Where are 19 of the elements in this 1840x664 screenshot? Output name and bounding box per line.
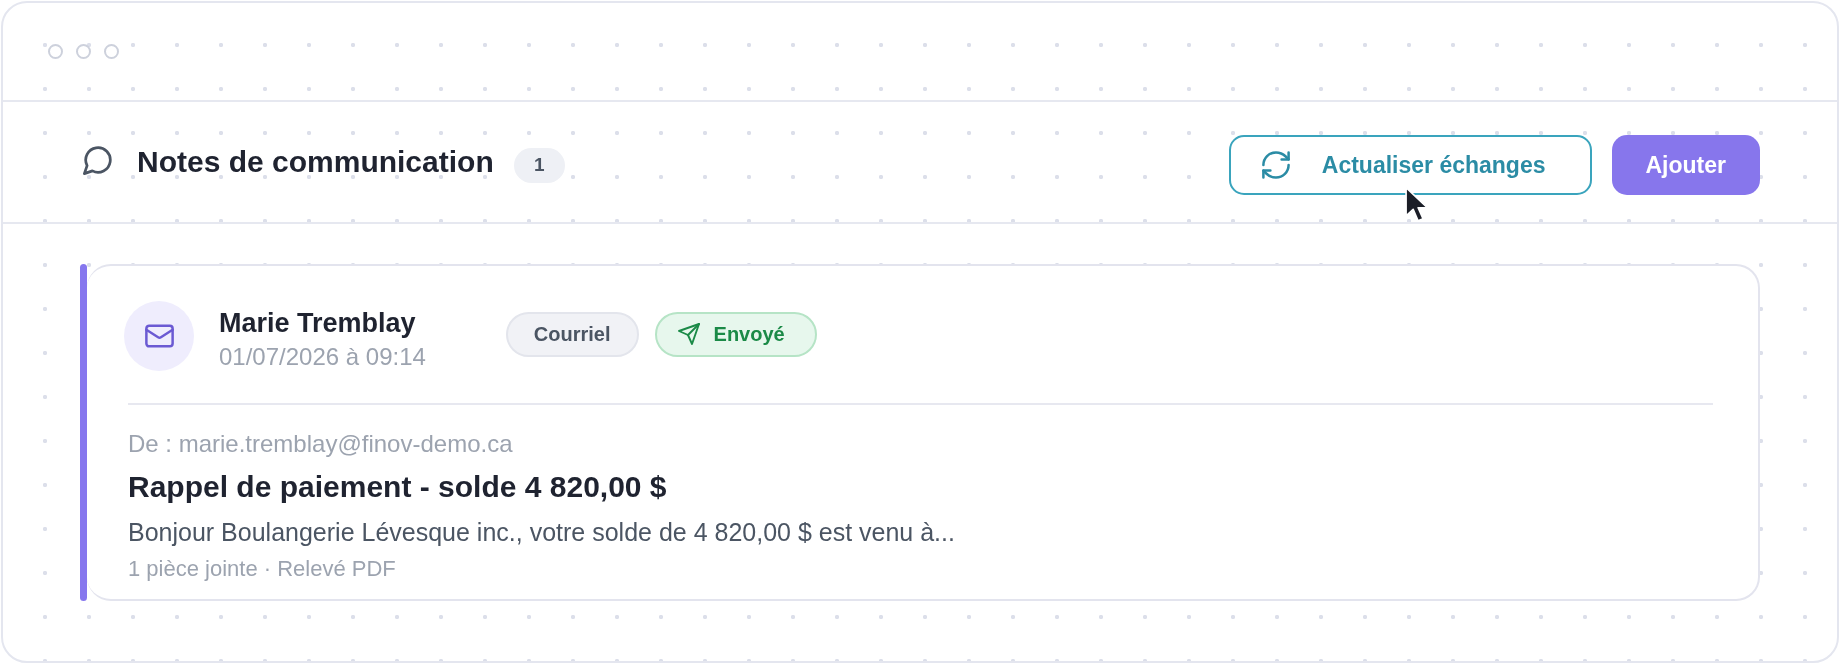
paper-plane-icon [677, 323, 700, 345]
add-button[interactable]: Ajouter [1611, 135, 1760, 195]
count-badge: 1 [513, 147, 565, 183]
status-tag: Envoyé [654, 311, 817, 357]
refresh-icon [1261, 151, 1290, 179]
attachment-info: 1 pièce jointe · Relevé PDF [128, 555, 397, 583]
window-control-icon[interactable] [76, 44, 91, 59]
timestamp: 01/07/2026 à 09:14 [219, 342, 426, 372]
channel-tag: Courriel [505, 311, 639, 357]
sender-address: De : marie.tremblay@finov-demo.ca [128, 429, 514, 459]
refresh-button[interactable]: Actualiser échanges [1228, 135, 1592, 195]
author-name: Marie Tremblay [219, 307, 417, 339]
mouse-cursor-icon [1404, 186, 1429, 223]
message-preview: Bonjour Boulangerie Lévesque inc., votre solde de 4 820,00 $ est venu à... [128, 517, 956, 547]
section-title: Notes de communication [137, 144, 494, 180]
window-control-icon[interactable] [104, 44, 119, 59]
chat-bubble-icon [83, 145, 113, 175]
email-subject: Rappel de paiement - solde 4 820,00 $ [128, 470, 668, 504]
window-control-icon[interactable] [48, 44, 63, 59]
